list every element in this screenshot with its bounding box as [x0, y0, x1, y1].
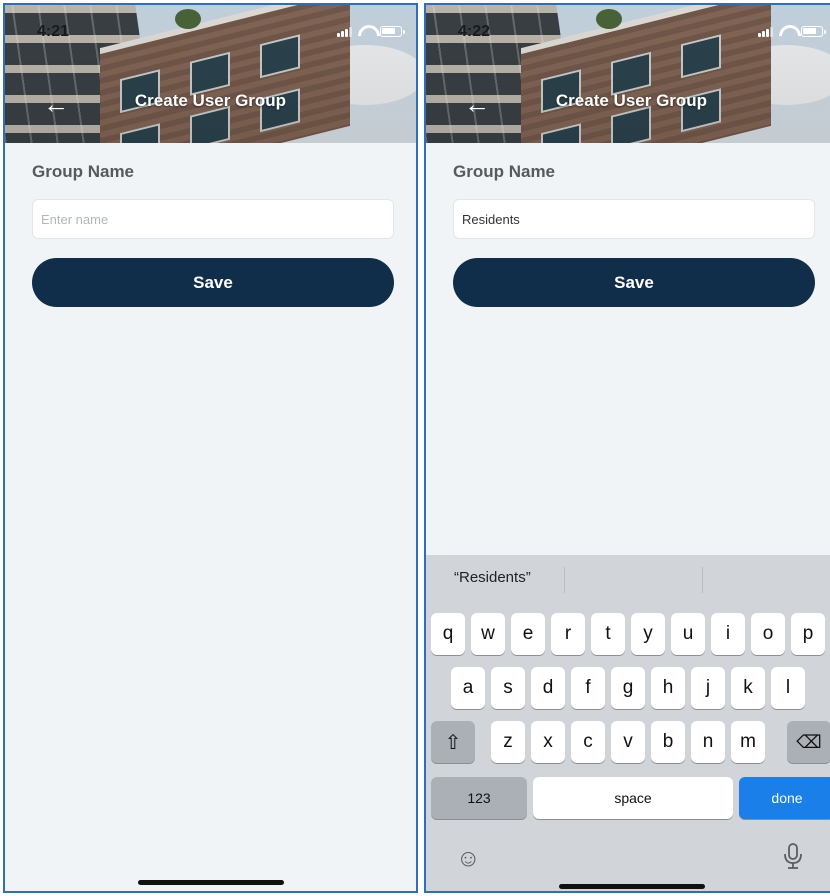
- status-icons: [337, 25, 405, 37]
- keyboard: “Residents” q w e r t y u i o p a s d f …: [426, 555, 830, 891]
- emoji-icon[interactable]: ☺: [456, 845, 481, 873]
- key-n[interactable]: n: [691, 721, 725, 763]
- battery-icon: [801, 26, 826, 37]
- battery-icon: [380, 26, 405, 37]
- suggestion-bar: “Residents”: [426, 555, 830, 605]
- key-d[interactable]: d: [531, 667, 565, 709]
- key-e[interactable]: e: [511, 613, 545, 655]
- key-p[interactable]: p: [791, 613, 825, 655]
- home-indicator[interactable]: [558, 884, 705, 889]
- done-key[interactable]: done: [739, 777, 830, 819]
- group-name-label: Group Name: [32, 162, 135, 181]
- status-time: 4:22: [458, 23, 491, 40]
- key-h[interactable]: h: [651, 667, 685, 709]
- home-indicator[interactable]: [137, 880, 284, 885]
- stage: 4:21 ← Create User Group Group Name Save: [0, 0, 830, 896]
- space-key[interactable]: space: [533, 777, 733, 819]
- key-v[interactable]: v: [611, 721, 645, 763]
- key-f[interactable]: f: [571, 667, 605, 709]
- key-b[interactable]: b: [651, 721, 685, 763]
- group-name-label: Group Name: [453, 162, 556, 181]
- group-name-input[interactable]: [32, 199, 394, 239]
- save-button[interactable]: Save: [453, 258, 815, 307]
- key-l[interactable]: l: [771, 667, 805, 709]
- key-t[interactable]: t: [591, 613, 625, 655]
- wifi-icon: [779, 25, 795, 37]
- key-r[interactable]: r: [551, 613, 585, 655]
- header-banner: 4:22 ← Create User Group: [426, 5, 830, 143]
- backspace-icon[interactable]: ⌫: [787, 721, 830, 763]
- key-u[interactable]: u: [671, 613, 705, 655]
- key-k[interactable]: k: [731, 667, 765, 709]
- numbers-key[interactable]: 123: [431, 777, 527, 819]
- signal-icon: [758, 27, 773, 37]
- key-c[interactable]: c: [571, 721, 605, 763]
- key-w[interactable]: w: [471, 613, 505, 655]
- status-time: 4:21: [37, 23, 70, 40]
- page-title: Create User Group: [134, 91, 287, 110]
- header-banner: 4:21 ← Create User Group: [5, 5, 416, 143]
- wifi-icon: [358, 25, 374, 37]
- key-q[interactable]: q: [431, 613, 465, 655]
- suggestion-item[interactable]: “Residents”: [454, 569, 531, 586]
- phone-screen-typing: 4:22 ← Create User Group Group Name Save…: [424, 3, 830, 893]
- key-x[interactable]: x: [531, 721, 565, 763]
- key-m[interactable]: m: [731, 721, 765, 763]
- save-button[interactable]: Save: [32, 258, 394, 307]
- page-title: Create User Group: [555, 91, 708, 110]
- key-i[interactable]: i: [711, 613, 745, 655]
- key-s[interactable]: s: [491, 667, 525, 709]
- key-o[interactable]: o: [751, 613, 785, 655]
- shift-icon[interactable]: ⇧: [431, 721, 475, 763]
- signal-icon: [337, 27, 352, 37]
- key-a[interactable]: a: [451, 667, 485, 709]
- phone-screen-empty: 4:21 ← Create User Group Group Name Save: [3, 3, 418, 893]
- key-z[interactable]: z: [491, 721, 525, 763]
- key-y[interactable]: y: [631, 613, 665, 655]
- key-j[interactable]: j: [691, 667, 725, 709]
- group-name-input[interactable]: [453, 199, 815, 239]
- microphone-icon[interactable]: [784, 843, 802, 876]
- status-icons: [758, 25, 826, 37]
- key-g[interactable]: g: [611, 667, 645, 709]
